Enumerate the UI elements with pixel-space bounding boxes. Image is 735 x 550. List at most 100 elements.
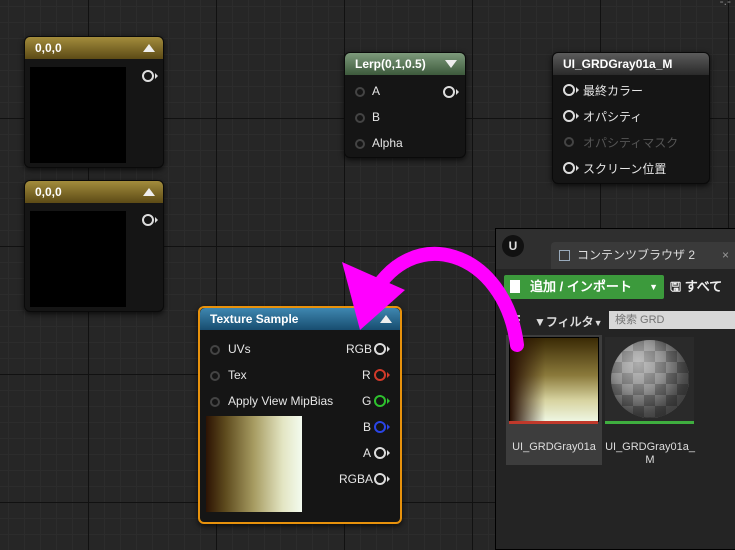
search-input[interactable] [609,311,735,329]
input-pin-screen-position[interactable] [563,162,575,174]
input-pin-final-color[interactable] [563,84,575,96]
output-pin[interactable] [443,86,455,98]
content-browser[interactable]: U コンテンツブラウザ 2 × 追加 / インポート ▼ 🖫 すべて ▼フィルタ… [495,228,735,550]
node-header[interactable]: Lerp(0,1,0.5) [345,53,465,75]
pin-arrow-icon [576,113,579,119]
pin-label-final-color: 最終カラー [583,84,644,98]
node-header[interactable]: 0,0,0 [25,37,163,59]
pin-arrow-icon [387,372,390,378]
input-label-uvs: UVs [228,342,251,356]
asset-tile-material[interactable]: UI_GRDGray01a_M [602,335,698,466]
asset-thumbnail [509,337,599,422]
filter-bar: ▼フィルタ▼ [496,309,735,333]
input-label-b: B [372,110,381,124]
funnel-icon: ▼ [534,315,546,329]
input-label-alpha: Alpha [372,136,403,150]
input-pin-tex[interactable] [210,371,220,381]
pin-label-opacity: オパシティ [583,110,643,124]
input-pin-b[interactable] [355,113,365,123]
pin-arrow-icon [155,217,158,223]
asset-thumbnail [605,337,694,421]
expand-icon[interactable] [445,60,457,68]
output-pin-a[interactable] [374,447,386,459]
asset-type-bar [509,421,598,424]
node-header[interactable]: UI_GRDGray01a_M [553,53,709,75]
node-header[interactable]: 0,0,0 [25,181,163,203]
output-pin-rgba[interactable] [374,473,386,485]
output-label-rgb: RGB [346,342,373,356]
chevron-down-icon: ▼ [593,318,603,328]
input-pin-a[interactable] [355,87,365,97]
pin-arrow-icon [387,476,390,482]
unreal-logo-icon: U [502,235,524,257]
input-pin-alpha[interactable] [355,139,365,149]
output-pin-r[interactable] [374,369,386,381]
output-pin-rgb[interactable] [374,343,386,355]
pin-arrow-icon [155,73,158,79]
close-icon[interactable]: × [722,242,729,269]
input-pin-uvs[interactable] [210,345,220,355]
node-title: 0,0,0 [35,185,62,199]
pin-label-opacity-mask: オパシティマスク [583,136,679,150]
node-header[interactable]: Texture Sample [200,308,400,330]
texture-preview [206,416,302,512]
grid-icon [559,250,570,261]
color-preview [30,211,126,307]
output-label-g: G [362,394,372,408]
collapse-icon[interactable] [143,188,155,196]
document-icon [510,280,520,293]
node-title: Texture Sample [210,312,299,326]
pin-label-screen-position: スクリーン位置 [583,162,667,176]
tab-label: コンテンツブラウザ 2 [577,248,696,262]
pin-arrow-icon [576,165,579,171]
pin-arrow-icon [576,87,579,93]
collapse-icon[interactable] [380,315,392,323]
pin-arrow-icon [387,398,390,404]
add-import-button[interactable]: 追加 / インポート ▼ [504,275,664,299]
material-sphere-preview [611,340,689,418]
color-preview [30,67,126,163]
input-pin-mipbias[interactable] [210,397,220,407]
chevron-down-icon: ▼ [649,282,658,292]
pin-arrow-icon [387,424,390,430]
input-label-a: A [372,84,381,98]
content-browser-body: 追加 / インポート ▼ 🖫 すべて ▼フィルタ▼ UI_GRDGray01a … [496,269,735,549]
input-label-mipbias: Apply View MipBias [228,394,334,408]
pin-arrow-icon [387,450,390,456]
output-label-b: B [363,420,372,434]
list-icon[interactable] [510,315,520,325]
input-pin-opacity[interactable] [563,110,575,122]
lerp-node[interactable]: Lerp(0,1,0.5) A B Alpha [344,52,466,158]
pin-arrow-icon [456,89,459,95]
output-pin-g[interactable] [374,395,386,407]
output-label-a: A [363,446,372,460]
output-label-rgba: RGBA [339,472,374,486]
save-icon: 🖫 [670,279,682,294]
asset-type-bar [605,421,694,424]
texture-sample-node[interactable]: Texture Sample UVs Tex Apply View MipBia… [198,306,402,524]
node-title: Lerp(0,1,0.5) [355,57,426,71]
save-all-button[interactable]: 🖫 すべて [670,275,722,299]
constant-node-1[interactable]: 0,0,0 [24,36,164,168]
material-result-node[interactable]: UI_GRDGray01a_M 最終カラー オパシティ オパシティマスク スクリ… [552,52,710,184]
pin-arrow-icon [387,346,390,352]
add-import-label: 追加 / インポート [530,279,632,294]
constant-node-2[interactable]: 0,0,0 [24,180,164,312]
filter-label: フィルタ [545,315,594,329]
corner-glyph: -.- [719,0,731,8]
input-pin-opacity-mask[interactable] [564,137,574,147]
output-pin[interactable] [142,214,154,226]
output-pin[interactable] [142,70,154,82]
content-browser-titlebar: U コンテンツブラウザ 2 × [496,229,735,269]
output-label-r: R [362,368,371,382]
node-title: UI_GRDGray01a_M [563,57,673,71]
tab-content-browser-2[interactable]: コンテンツブラウザ 2 × [551,242,735,269]
asset-tile-texture[interactable]: UI_GRDGray01a [506,335,602,465]
filter-button[interactable]: ▼フィルタ▼ [534,313,603,330]
collapse-icon[interactable] [143,44,155,52]
input-label-tex: Tex [228,368,247,382]
asset-name: UI_GRDGray01a_M [605,441,695,466]
output-pin-b[interactable] [374,421,386,433]
asset-name: UI_GRDGray01a [512,441,596,453]
save-all-label: すべて [684,279,723,294]
